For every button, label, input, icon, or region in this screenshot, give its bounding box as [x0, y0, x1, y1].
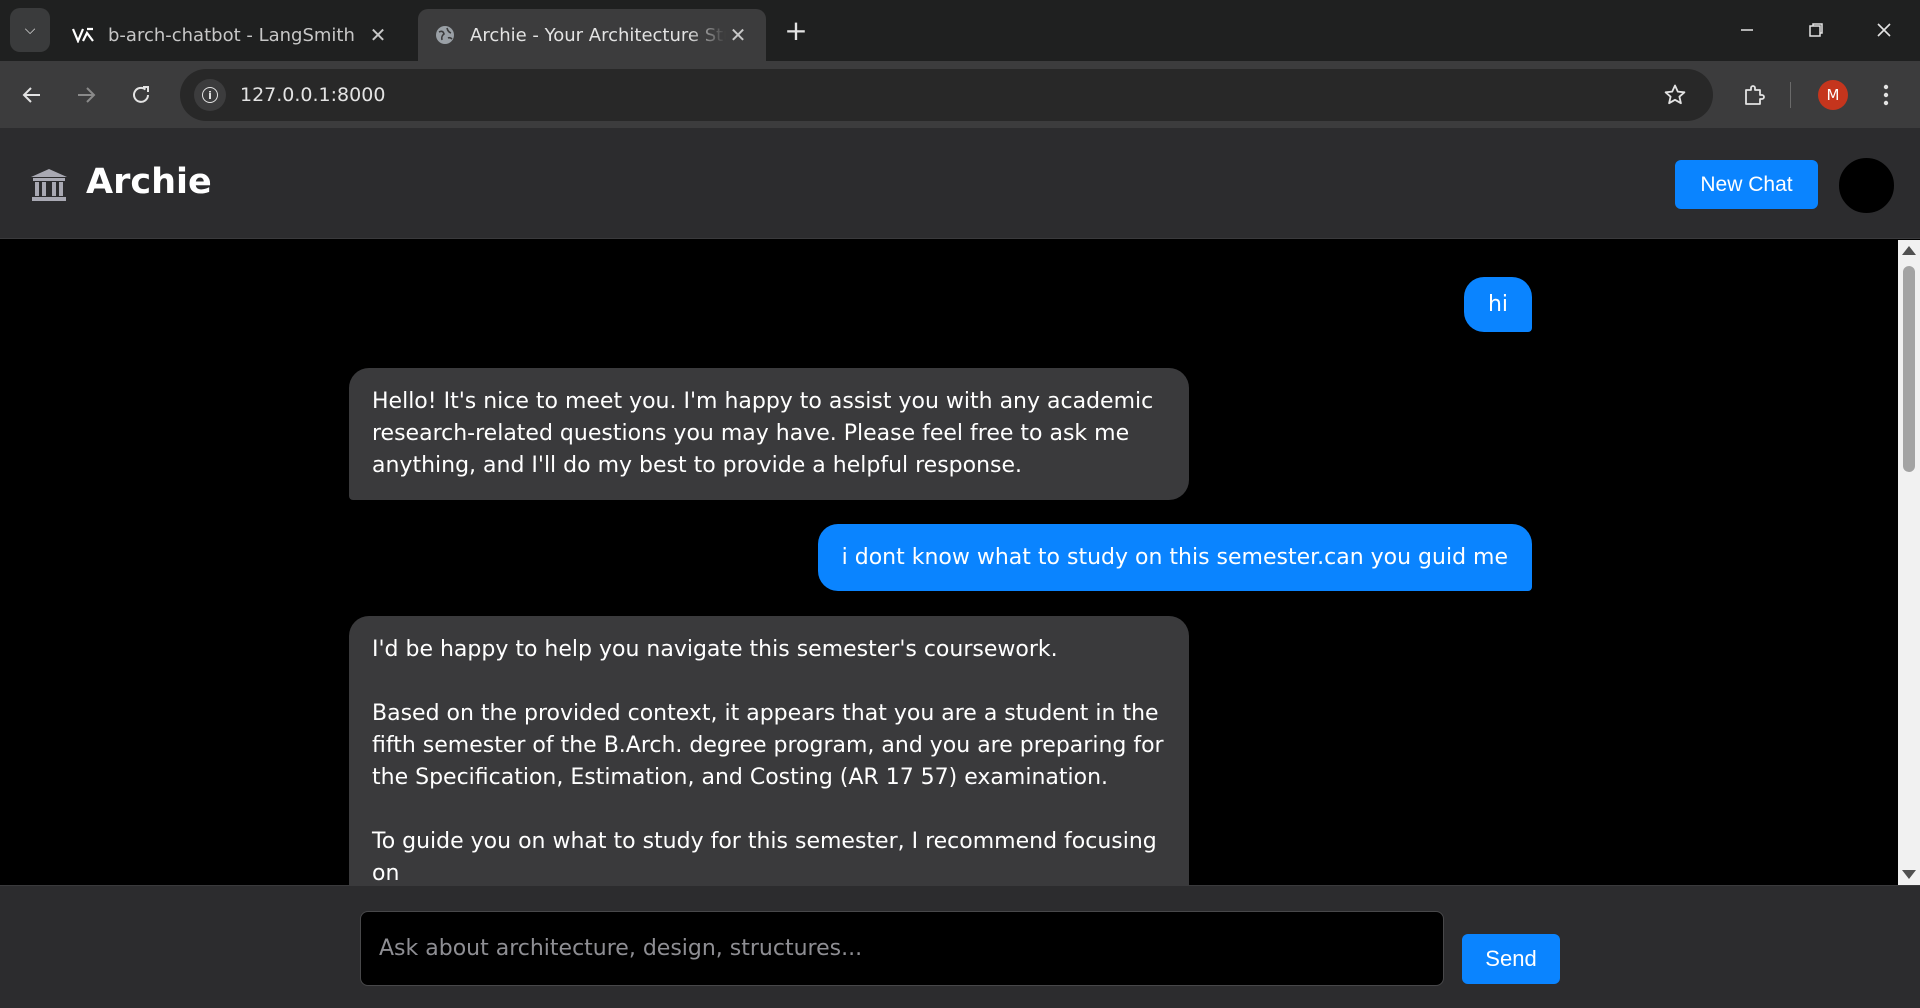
user-message: i dont know what to study on this semest… [817, 524, 1532, 591]
bot-message: Hello! It's nice to meet you. I'm happy … [349, 368, 1189, 500]
tab-title: Archie - Your Architecture Study [470, 24, 726, 46]
user-avatar[interactable] [1837, 156, 1896, 215]
close-icon [1877, 23, 1891, 37]
bot-message: I'd be happy to help you navigate this s… [349, 616, 1189, 885]
browser-tab-bar: ⌵ b-arch-chatbot - LangSmith ✕ Archie - … [0, 0, 1920, 61]
browser-toolbar: i 127.0.0.1:8000 [0, 61, 1920, 128]
url-text[interactable]: 127.0.0.1:8000 [240, 84, 1655, 106]
langsmith-logo-icon [72, 24, 94, 46]
classical-building-icon [30, 168, 68, 202]
app-title: Archie [86, 162, 212, 202]
address-bar[interactable]: i 127.0.0.1:8000 [180, 69, 1713, 121]
reload-button[interactable] [121, 75, 161, 115]
toolbar-divider [1790, 82, 1791, 108]
globe-icon [434, 24, 456, 46]
browser-tab-archie[interactable]: Archie - Your Architecture Study ✕ [418, 9, 766, 61]
puzzle-icon [1745, 85, 1765, 105]
restore-window-button[interactable] [1794, 8, 1838, 52]
extensions-button[interactable] [1734, 75, 1774, 115]
new-tab-button[interactable]: + [780, 14, 812, 47]
chevron-down-icon: ⌵ [24, 22, 36, 38]
bookmark-star-icon[interactable] [1655, 75, 1695, 115]
site-info-button[interactable]: i [194, 79, 226, 111]
kebab-menu-icon [1883, 84, 1889, 106]
minimize-icon [1741, 29, 1753, 31]
profile-avatar[interactable]: M [1818, 80, 1848, 110]
new-chat-button[interactable]: New Chat [1675, 160, 1818, 209]
scroll-down-arrow-icon[interactable] [1902, 870, 1916, 879]
browser-menu-button[interactable] [1866, 75, 1906, 115]
chat-scrollbar[interactable] [1898, 240, 1920, 885]
minimize-window-button[interactable] [1725, 8, 1769, 52]
scroll-up-arrow-icon[interactable] [1902, 246, 1916, 255]
info-icon: i [202, 87, 218, 103]
chat-input[interactable] [360, 911, 1444, 986]
close-window-button[interactable] [1862, 8, 1906, 52]
chat-messages: hi Hello! It's nice to meet you. I'm hap… [0, 240, 1898, 885]
arrow-left-icon [22, 87, 40, 103]
arrow-right-icon [78, 87, 96, 103]
app-header: Archie New Chat [0, 128, 1920, 239]
browser-tab-langsmith[interactable]: b-arch-chatbot - LangSmith ✕ [56, 9, 406, 61]
composer: Send [0, 885, 1920, 1008]
user-message: hi [1463, 277, 1532, 332]
restore-icon [1809, 23, 1823, 37]
reload-icon [133, 86, 149, 103]
forward-button[interactable] [66, 75, 106, 115]
send-button[interactable]: Send [1462, 934, 1560, 984]
scrollbar-thumb[interactable] [1903, 266, 1915, 472]
close-tab-icon[interactable]: ✕ [366, 23, 390, 47]
back-button[interactable] [12, 75, 52, 115]
close-tab-icon[interactable]: ✕ [726, 23, 750, 47]
tab-search-button[interactable]: ⌵ [10, 8, 50, 52]
tab-title: b-arch-chatbot - LangSmith [108, 24, 355, 46]
